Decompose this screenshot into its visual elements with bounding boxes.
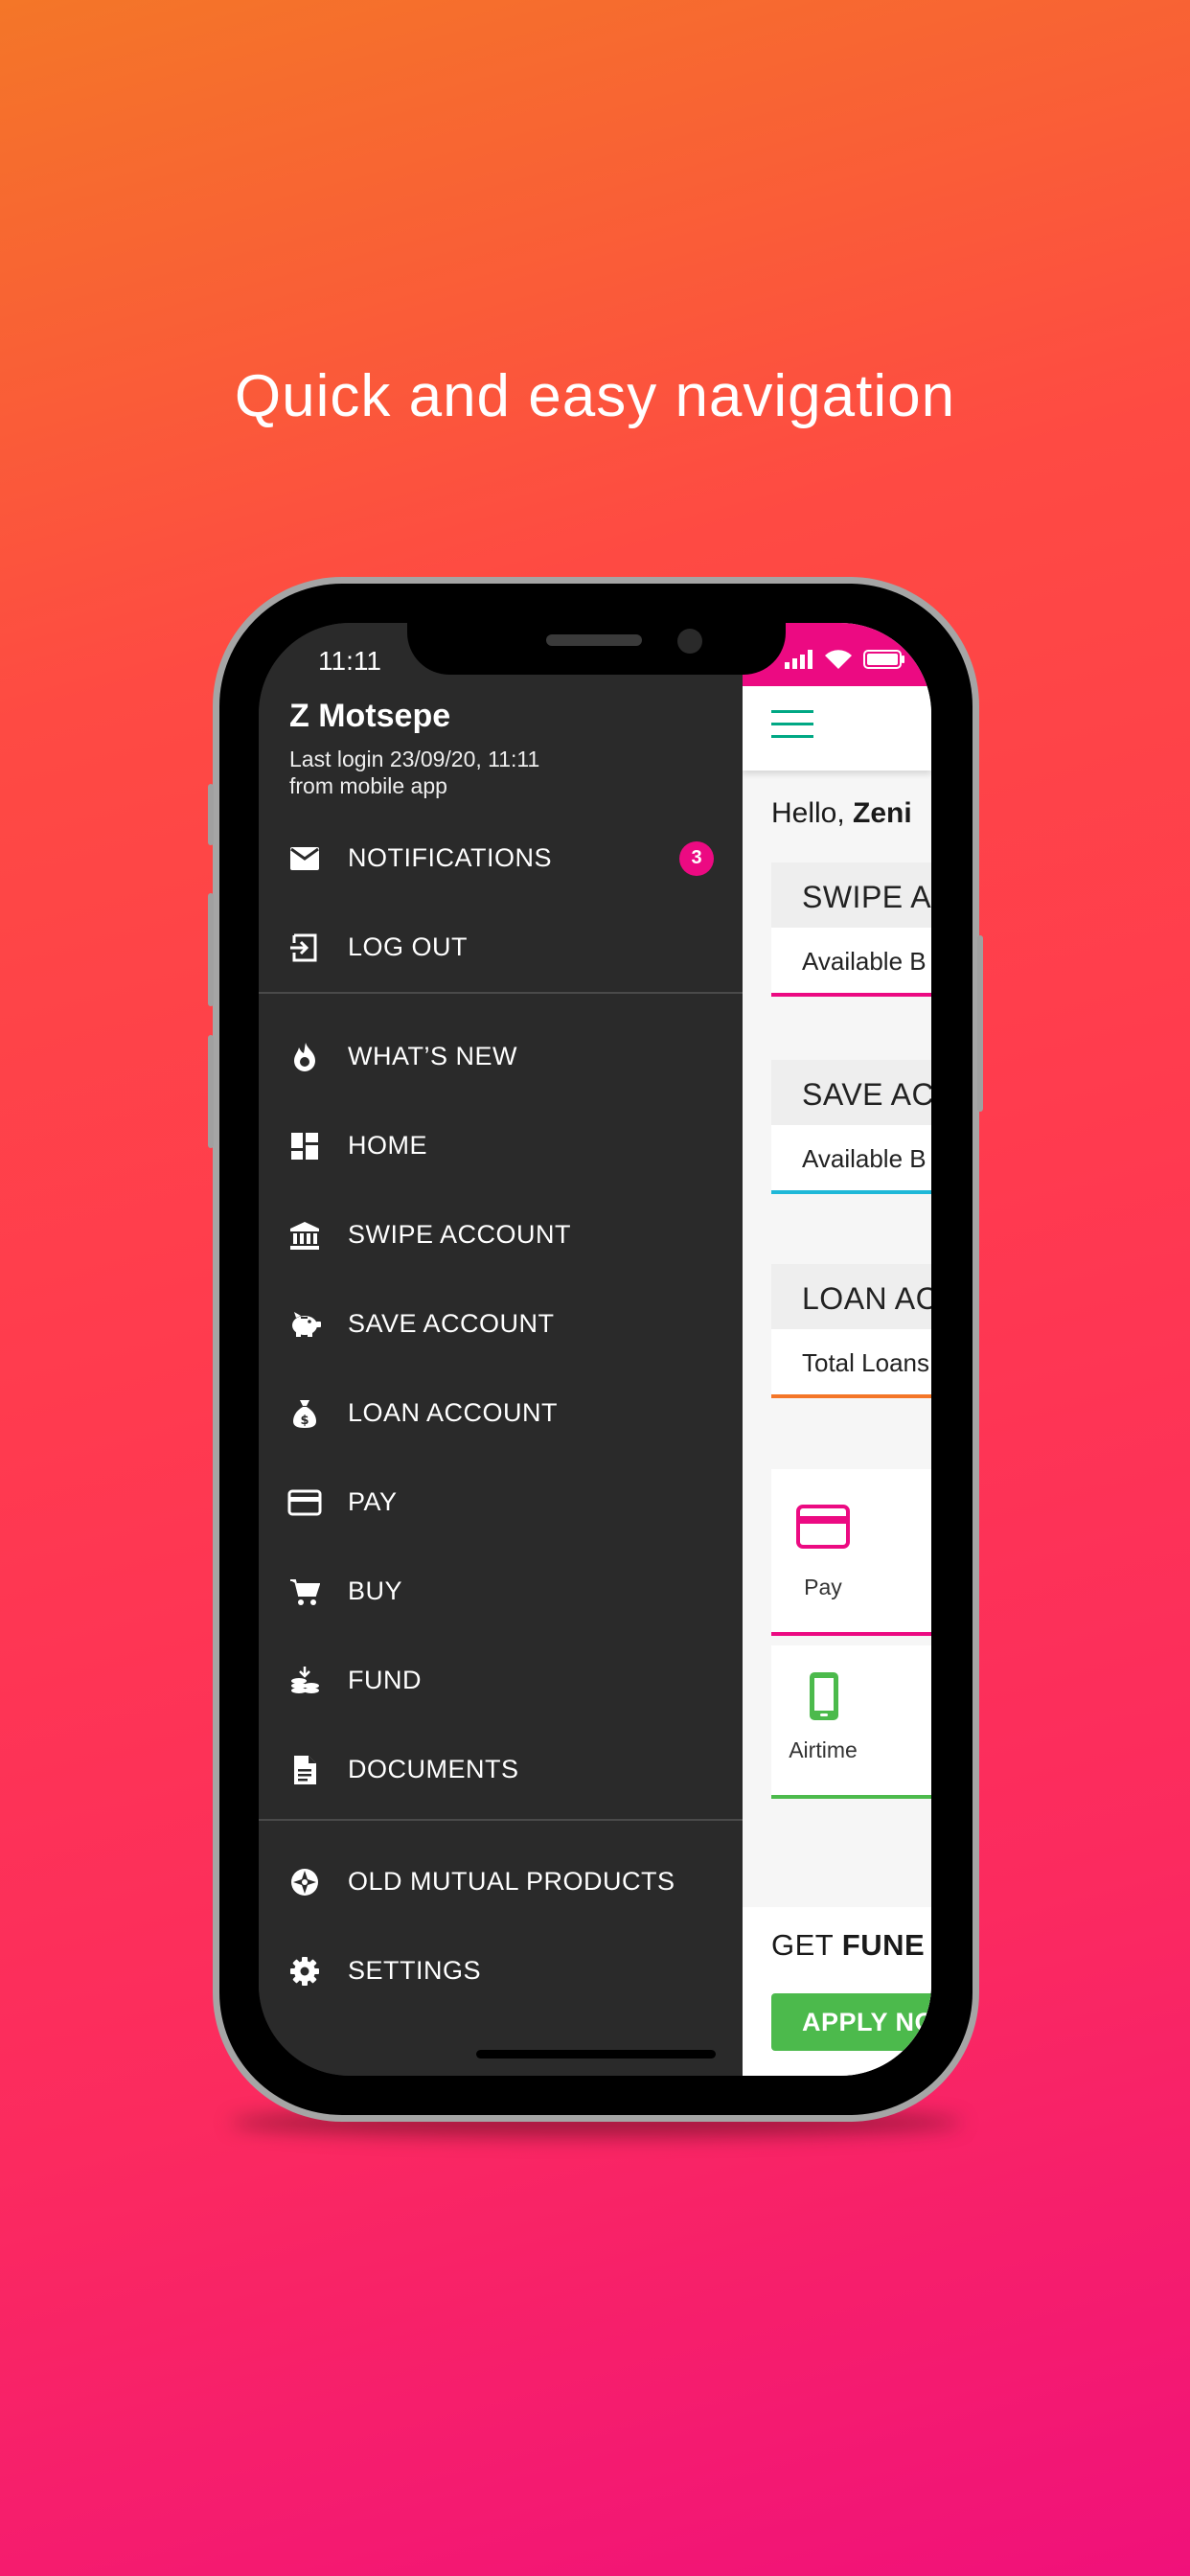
dashboard-peek: Hello, Zeni SWIPE A Available B SAVE AC …	[743, 623, 931, 2076]
side-button-volume-down	[208, 1035, 214, 1148]
menu-label: SAVE ACCOUNT	[348, 1309, 555, 1338]
menu-item-documents[interactable]: DOCUMENTS	[259, 1725, 743, 1814]
signal-icon	[785, 650, 812, 669]
old-mutual-logo-icon	[286, 1863, 324, 1901]
menu-label: HOME	[348, 1131, 427, 1160]
hamburger-menu-icon[interactable]	[771, 710, 813, 748]
wifi-icon	[825, 650, 852, 669]
side-button-power	[977, 935, 983, 1112]
menu-label: SETTINGS	[348, 1956, 482, 1985]
card-accent-line	[771, 993, 931, 997]
menu-label: LOAN ACCOUNT	[348, 1398, 559, 1427]
logout-icon	[286, 929, 324, 967]
airtime-tile[interactable]: Airtime	[771, 1645, 931, 1799]
headline: Quick and easy navigation	[234, 363, 956, 429]
menu-label: SWIPE ACCOUNT	[348, 1220, 572, 1249]
home-indicator	[476, 2050, 716, 2058]
app-header	[743, 686, 931, 770]
front-camera	[677, 629, 702, 654]
menu-item-loan-account[interactable]: $ LOAN ACCOUNT	[259, 1368, 743, 1458]
side-button-mute	[208, 784, 214, 845]
menu-item-log-out[interactable]: LOG OUT	[259, 903, 743, 992]
flame-icon	[286, 1038, 324, 1076]
battery-icon	[863, 650, 904, 669]
user-name: Z Motsepe	[289, 698, 451, 734]
menu-label: OLD MUTUAL PRODUCTS	[348, 1867, 675, 1896]
menu-item-fund[interactable]: FUND	[259, 1636, 743, 1725]
get-funds-prefix: GET	[771, 1928, 834, 1962]
greeting: Hello, Zeni	[771, 797, 912, 830]
menu-item-home[interactable]: HOME	[259, 1101, 743, 1190]
swipe-account-card[interactable]: SWIPE A Available B	[771, 862, 931, 997]
last-login: Last login 23/09/20, 11:11 from mobile a…	[289, 746, 539, 799]
credit-card-icon	[796, 1505, 850, 1549]
piggy-bank-icon	[286, 1305, 324, 1344]
menu-label: BUY	[348, 1576, 403, 1605]
menu-item-old-mutual-products[interactable]: OLD MUTUAL PRODUCTS	[259, 1837, 743, 1926]
menu-item-buy[interactable]: BUY	[259, 1547, 743, 1636]
apply-now-button[interactable]: APPLY NO	[771, 1993, 931, 2051]
card-accent-line	[771, 1190, 931, 1194]
card-title: SAVE AC	[771, 1060, 931, 1125]
menu-label: WHAT’S NEW	[348, 1042, 517, 1070]
mail-icon	[286, 840, 324, 878]
money-bag-icon: $	[286, 1394, 324, 1433]
menu-item-settings[interactable]: SETTINGS	[259, 1926, 743, 2015]
bank-icon	[286, 1216, 324, 1254]
card-title: LOAN AC	[771, 1264, 931, 1329]
greeting-prefix: Hello,	[771, 797, 845, 829]
phone-screen: 11:11 Z Motsepe Last login 23/09/20, 11:…	[259, 623, 931, 2076]
last-login-date: Last login 23/09/20, 11:11	[289, 747, 540, 771]
menu-item-whats-new[interactable]: WHAT’S NEW	[259, 1012, 743, 1101]
gear-icon	[286, 1952, 324, 1990]
menu-label: FUND	[348, 1666, 422, 1694]
navigation-drawer: 11:11 Z Motsepe Last login 23/09/20, 11:…	[259, 623, 743, 2076]
last-login-source: from mobile app	[289, 773, 447, 798]
menu-label: DOCUMENTS	[348, 1755, 519, 1783]
menu-label: NOTIFICATIONS	[348, 843, 552, 872]
loan-account-card[interactable]: LOAN AC Total Loans	[771, 1264, 931, 1398]
notch-speaker	[546, 634, 642, 646]
status-time: 11:11	[318, 646, 381, 676]
notification-count-badge: 3	[679, 840, 714, 876]
card-body: Available B	[802, 1144, 927, 1173]
svg-text:$: $	[300, 1414, 309, 1428]
get-funds-bold: FUNE	[841, 1928, 926, 1962]
dashboard-icon	[286, 1127, 324, 1165]
tile-accent-line	[771, 1632, 931, 1636]
pay-tile[interactable]: Pay	[771, 1469, 931, 1636]
get-funds-banner: GET FUNE APPLY NO	[743, 1907, 931, 2076]
menu-divider	[259, 992, 743, 994]
menu-label: LOG OUT	[348, 932, 469, 961]
credit-card-icon	[286, 1484, 324, 1522]
menu-item-notifications[interactable]: NOTIFICATIONS 3	[259, 814, 743, 903]
card-body: Total Loans	[802, 1348, 929, 1377]
menu-item-pay[interactable]: PAY	[259, 1458, 743, 1547]
side-button-volume-up	[208, 893, 214, 1006]
tile-accent-line	[771, 1795, 931, 1799]
get-funds-text: GET FUNE	[771, 1928, 925, 1963]
menu-item-save-account[interactable]: SAVE ACCOUNT	[259, 1279, 743, 1368]
phone-notch	[407, 623, 786, 675]
save-account-card[interactable]: SAVE AC Available B	[771, 1060, 931, 1194]
card-body: Available B	[802, 947, 927, 976]
card-title: SWIPE A	[771, 862, 931, 928]
cart-icon	[286, 1573, 324, 1611]
document-icon	[286, 1751, 324, 1789]
tile-label: Pay	[804, 1575, 842, 1599]
mobile-phone-icon	[810, 1672, 838, 1720]
tile-label: Airtime	[789, 1737, 858, 1762]
menu-item-swipe-account[interactable]: SWIPE ACCOUNT	[259, 1190, 743, 1279]
menu-label: PAY	[348, 1487, 398, 1516]
card-accent-line	[771, 1394, 931, 1398]
greeting-name: Zeni	[853, 797, 912, 829]
coins-icon	[286, 1662, 324, 1700]
menu-divider	[259, 1819, 743, 1821]
